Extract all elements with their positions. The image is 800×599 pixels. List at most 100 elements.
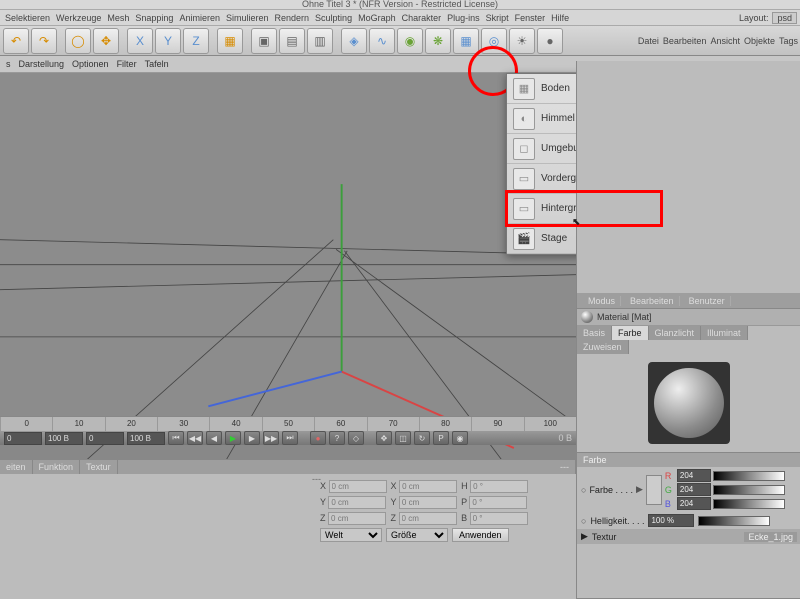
menu-sculpting[interactable]: Sculpting: [313, 13, 354, 23]
rot-b-field[interactable]: [470, 512, 528, 525]
next-frame-icon[interactable]: ▶: [244, 431, 260, 445]
axis-z: [208, 372, 341, 407]
color-swatch[interactable]: [646, 475, 662, 505]
spline-icon[interactable]: ∿: [369, 28, 395, 54]
menu-snapping[interactable]: Snapping: [133, 13, 175, 23]
generator-icon[interactable]: ◉: [397, 28, 423, 54]
menu-plugins[interactable]: Plug-ins: [445, 13, 482, 23]
goto-end-icon[interactable]: ⏭: [282, 431, 298, 445]
btab-funktion[interactable]: Funktion: [33, 460, 81, 474]
camera-icon[interactable]: ◎: [481, 28, 507, 54]
layout-label: Layout:: [737, 13, 771, 23]
record-icon[interactable]: ●: [310, 431, 326, 445]
step-back-icon[interactable]: ◀◀: [187, 431, 203, 445]
coord-space-select[interactable]: Welt: [320, 528, 382, 542]
btab-textur[interactable]: Textur: [80, 460, 118, 474]
mtab-glanzlicht[interactable]: Glanzlicht: [649, 326, 702, 340]
primitive-icon[interactable]: ◈: [341, 28, 367, 54]
slider-r[interactable]: [713, 471, 785, 481]
rmenu-datei[interactable]: Datei: [638, 36, 659, 46]
size-x-field[interactable]: [399, 480, 457, 493]
redo-icon[interactable]: ↷: [31, 28, 57, 54]
tab-benutzer[interactable]: Benutzer: [684, 296, 731, 306]
undo-icon[interactable]: ↶: [3, 28, 29, 54]
step-fwd-icon[interactable]: ▶▶: [263, 431, 279, 445]
time-range-field[interactable]: [127, 432, 165, 445]
deformer-icon[interactable]: ❋: [425, 28, 451, 54]
menu-selektieren[interactable]: Selektieren: [3, 13, 52, 23]
color-g-field[interactable]: [677, 483, 711, 496]
play-icon[interactable]: ▶: [225, 431, 241, 445]
sub-optionen[interactable]: Optionen: [72, 59, 109, 69]
sub-darstellung[interactable]: Darstellung: [19, 59, 65, 69]
pos-z-field[interactable]: [328, 512, 386, 525]
autokey-icon[interactable]: ?: [329, 431, 345, 445]
cube-icon[interactable]: ▦: [217, 28, 243, 54]
select-icon[interactable]: ◯: [65, 28, 91, 54]
rmenu-tags[interactable]: Tags: [779, 36, 798, 46]
menu-rendern[interactable]: Rendern: [273, 13, 312, 23]
key-pos-icon[interactable]: ✥: [376, 431, 392, 445]
tab-bearbeiten[interactable]: Bearbeiten: [625, 296, 680, 306]
sub-s[interactable]: s: [6, 59, 11, 69]
menu-charakter[interactable]: Charakter: [400, 13, 444, 23]
axis-x-icon[interactable]: X: [127, 28, 153, 54]
render-settings-icon[interactable]: ▤: [279, 28, 305, 54]
key-scale-icon[interactable]: ◫: [395, 431, 411, 445]
sphere-icon[interactable]: ●: [537, 28, 563, 54]
apply-button[interactable]: Anwenden: [452, 528, 509, 542]
light-icon[interactable]: ☀: [509, 28, 535, 54]
size-y-field[interactable]: [399, 496, 457, 509]
goto-start-icon[interactable]: ⏮: [168, 431, 184, 445]
brightness-field[interactable]: [648, 514, 694, 527]
color-r-field[interactable]: [677, 469, 711, 482]
render-view-icon[interactable]: ▣: [251, 28, 277, 54]
sub-tafeln[interactable]: Tafeln: [145, 59, 169, 69]
pos-x-field[interactable]: [329, 480, 387, 493]
render-queue-icon[interactable]: ▥: [307, 28, 333, 54]
pos-y-field[interactable]: [328, 496, 386, 509]
time-cur-field[interactable]: [86, 432, 124, 445]
menu-skript[interactable]: Skript: [484, 13, 511, 23]
key-rot-icon[interactable]: ↻: [414, 431, 430, 445]
prev-frame-icon[interactable]: ◀: [206, 431, 222, 445]
menu-fenster[interactable]: Fenster: [513, 13, 548, 23]
mtab-illumination[interactable]: Illuminat: [701, 326, 748, 340]
slider-brightness[interactable]: [698, 516, 770, 526]
texture-filename[interactable]: Ecke_1.jpg: [744, 532, 797, 542]
environment-dropdown-icon[interactable]: ▦: [453, 28, 479, 54]
menu-animieren[interactable]: Animieren: [177, 13, 222, 23]
tab-modus[interactable]: Modus: [583, 296, 621, 306]
mtab-farbe[interactable]: Farbe: [612, 326, 649, 340]
key-pla-icon[interactable]: ◉: [452, 431, 468, 445]
rmenu-objekte[interactable]: Objekte: [744, 36, 775, 46]
menu-mesh[interactable]: Mesh: [105, 13, 131, 23]
rmenu-bearbeiten[interactable]: Bearbeiten: [663, 36, 707, 46]
mtab-zuweisen[interactable]: Zuweisen: [577, 340, 629, 354]
layout-select[interactable]: psd: [772, 12, 797, 24]
rmenu-ansicht[interactable]: Ansicht: [710, 36, 740, 46]
menu-werkzeuge[interactable]: Werkzeuge: [54, 13, 103, 23]
axis-z-icon[interactable]: Z: [183, 28, 209, 54]
timeline: 0 10 20 30 40 50 60 70 80 90 100 ⏮ ◀◀ ◀ …: [0, 416, 576, 445]
slider-b[interactable]: [713, 499, 785, 509]
rot-h-field[interactable]: [470, 480, 528, 493]
rot-p-field[interactable]: [469, 496, 527, 509]
btab-eiten[interactable]: eiten: [0, 460, 33, 474]
axis-y-icon[interactable]: Y: [155, 28, 181, 54]
menu-mograph[interactable]: MoGraph: [356, 13, 398, 23]
sub-filter[interactable]: Filter: [117, 59, 137, 69]
menubar: Selektieren Werkzeuge Mesh Snapping Anim…: [0, 10, 800, 26]
color-b-field[interactable]: [677, 497, 711, 510]
coord-size-select[interactable]: Größe: [386, 528, 448, 542]
mtab-basis[interactable]: Basis: [577, 326, 612, 340]
time-end-field[interactable]: [45, 432, 83, 445]
key-param-icon[interactable]: P: [433, 431, 449, 445]
move-icon[interactable]: ✥: [93, 28, 119, 54]
menu-simulieren[interactable]: Simulieren: [224, 13, 271, 23]
size-z-field[interactable]: [399, 512, 457, 525]
key-icon[interactable]: ◇: [348, 431, 364, 445]
slider-g[interactable]: [713, 485, 785, 495]
time-start-field[interactable]: [4, 432, 42, 445]
menu-hilfe[interactable]: Hilfe: [549, 13, 571, 23]
